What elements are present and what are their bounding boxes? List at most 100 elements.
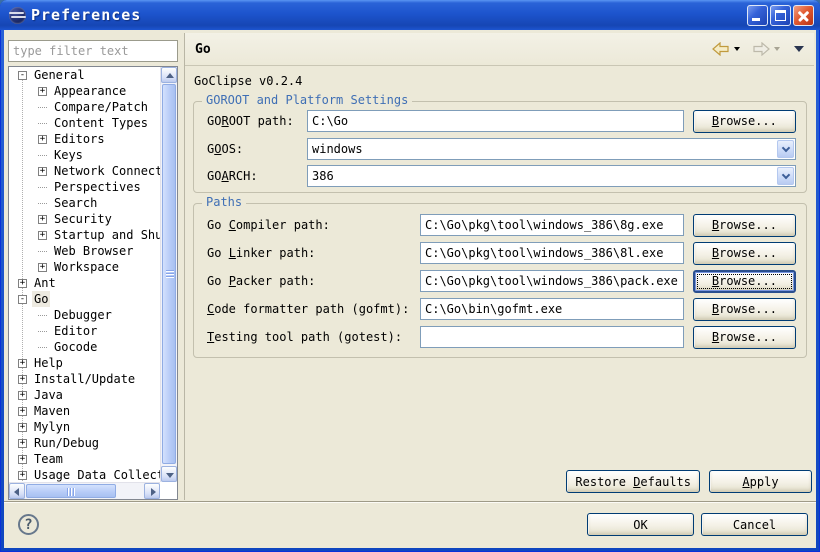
tree-item-label: Content Types xyxy=(52,115,150,131)
expand-icon[interactable]: + xyxy=(18,359,27,368)
horizontal-scroll-thumb[interactable] xyxy=(26,484,116,498)
tree-item-usage-data-collect[interactable]: +Usage Data Collect xyxy=(9,467,160,482)
back-icon[interactable] xyxy=(712,42,730,56)
tree-item-label: Editor xyxy=(52,323,99,339)
expand-icon[interactable]: + xyxy=(18,391,27,400)
tree-item-java[interactable]: +Java xyxy=(9,387,160,403)
goroot-path-label: GOROOT path: xyxy=(207,114,307,128)
goos-row: GOOS: windows xyxy=(207,138,796,160)
tree-item-ant[interactable]: +Ant xyxy=(9,275,160,291)
restore-defaults-button[interactable]: Restore Defaults xyxy=(566,470,700,493)
tree-item-label: Maven xyxy=(32,403,72,419)
tree-item-label: Network Connect xyxy=(52,163,160,179)
vertical-scroll-thumb[interactable] xyxy=(162,84,176,464)
tree-item-general[interactable]: -General xyxy=(9,67,160,83)
expand-icon[interactable]: + xyxy=(18,455,27,464)
title-bar[interactable]: Preferences xyxy=(0,0,820,30)
tree-connector xyxy=(38,331,47,332)
tree-item-label: Search xyxy=(52,195,99,211)
tree-item-help[interactable]: +Help xyxy=(9,355,160,371)
testing-tool-path-input[interactable] xyxy=(420,326,684,348)
tree-item-network-connect[interactable]: + Network Connect xyxy=(9,163,160,179)
tree-connector xyxy=(38,107,47,108)
minimize-button[interactable] xyxy=(747,5,768,26)
go-packer-path-input[interactable] xyxy=(420,270,684,292)
expand-icon[interactable]: + xyxy=(38,135,47,144)
collapse-icon[interactable]: - xyxy=(18,71,27,80)
code-formatter-path-row: Code formatter path (gofmt): Browse... xyxy=(207,298,796,320)
forward-icon[interactable] xyxy=(752,42,770,56)
goos-select[interactable]: windows xyxy=(307,138,796,160)
tree-item-keys[interactable]: Keys xyxy=(9,147,160,163)
tree-connector xyxy=(38,123,47,124)
expand-icon[interactable]: + xyxy=(38,263,47,272)
expand-icon[interactable]: + xyxy=(38,215,47,224)
tree-item-editor[interactable]: Editor xyxy=(9,323,160,339)
expand-icon[interactable]: + xyxy=(18,471,27,480)
tree-item-team[interactable]: +Team xyxy=(9,451,160,467)
preference-page-panel: Go GoClipse v0.2.4 GOROOT and Platform S… xyxy=(184,33,814,500)
expand-icon[interactable]: + xyxy=(38,167,47,176)
expand-icon[interactable]: + xyxy=(18,375,27,384)
maximize-button[interactable] xyxy=(770,5,791,26)
ok-button[interactable]: OK xyxy=(587,513,694,536)
filter-input[interactable] xyxy=(8,40,178,62)
view-menu-icon[interactable] xyxy=(794,46,804,52)
tree-item-label: Appearance xyxy=(52,83,128,99)
tree-item-web-browser[interactable]: Web Browser xyxy=(9,243,160,259)
packer-browse-button[interactable]: Browse... xyxy=(693,270,796,293)
back-history-dropdown-icon[interactable] xyxy=(734,47,740,51)
tree-item-run-debug[interactable]: +Run/Debug xyxy=(9,435,160,451)
go-linker-path-input[interactable] xyxy=(420,242,684,264)
chevron-down-icon[interactable] xyxy=(777,167,794,185)
tree-item-debugger[interactable]: Debugger xyxy=(9,307,160,323)
goarch-select[interactable]: 386 xyxy=(307,165,796,187)
goroot-browse-button[interactable]: Browse... xyxy=(693,110,796,133)
expand-icon[interactable]: + xyxy=(38,231,47,240)
testing-browse-button[interactable]: Browse... xyxy=(693,326,796,349)
collapse-icon[interactable]: - xyxy=(18,295,27,304)
forward-history-dropdown-icon[interactable] xyxy=(774,47,780,51)
tree-item-go[interactable]: -Go xyxy=(9,291,160,307)
tree-item-appearance[interactable]: + Appearance xyxy=(9,83,160,99)
compiler-browse-button[interactable]: Browse... xyxy=(693,214,796,237)
code-formatter-path-input[interactable] xyxy=(420,298,684,320)
tree-connector xyxy=(38,155,47,156)
tree-item-perspectives[interactable]: Perspectives xyxy=(9,179,160,195)
goarch-label: GOARCH: xyxy=(207,169,307,183)
tree-item-startup-and-shu[interactable]: +Startup and Shu xyxy=(9,227,160,243)
expand-icon[interactable]: + xyxy=(18,279,27,288)
tree-item-search[interactable]: Search xyxy=(9,195,160,211)
tree-vertical-scrollbar[interactable] xyxy=(160,67,177,482)
tree-item-maven[interactable]: + Maven xyxy=(9,403,160,419)
scroll-left-button[interactable] xyxy=(9,483,25,499)
help-icon[interactable]: ? xyxy=(18,514,39,535)
close-button[interactable] xyxy=(793,5,814,26)
tree-item-content-types[interactable]: Content Types xyxy=(9,115,160,131)
tree-item-editors[interactable]: +Editors xyxy=(9,131,160,147)
expand-icon[interactable]: + xyxy=(38,87,47,96)
group-title: GOROOT and Platform Settings xyxy=(202,93,412,107)
tree-item-security[interactable]: +Security xyxy=(9,211,160,227)
scroll-down-button[interactable] xyxy=(161,466,177,482)
chevron-down-icon[interactable] xyxy=(777,140,794,158)
cancel-button[interactable]: Cancel xyxy=(701,513,808,536)
tree-item-workspace[interactable]: +Workspace xyxy=(9,259,160,275)
apply-button[interactable]: Apply xyxy=(709,470,812,493)
tree-item-compare-patch[interactable]: Compare/Patch xyxy=(9,99,160,115)
expand-icon[interactable]: + xyxy=(18,423,27,432)
goroot-path-input[interactable] xyxy=(307,110,684,132)
expand-icon[interactable]: + xyxy=(18,439,27,448)
go-linker-path-label: Go Linker path: xyxy=(207,246,420,260)
go-compiler-path-input[interactable] xyxy=(420,214,684,236)
tree-item-install-update[interactable]: +Install/Update xyxy=(9,371,160,387)
tree-horizontal-scrollbar[interactable] xyxy=(9,482,160,499)
formatter-browse-button[interactable]: Browse... xyxy=(693,298,796,321)
tree-item-gocode[interactable]: Gocode xyxy=(9,339,160,355)
linker-browse-button[interactable]: Browse... xyxy=(693,242,796,265)
tree-item-label: Compare/Patch xyxy=(52,99,150,115)
tree-item-mylyn[interactable]: +Mylyn xyxy=(9,419,160,435)
scroll-right-button[interactable] xyxy=(144,483,160,499)
scroll-up-button[interactable] xyxy=(161,67,177,83)
expand-icon[interactable]: + xyxy=(18,407,27,416)
